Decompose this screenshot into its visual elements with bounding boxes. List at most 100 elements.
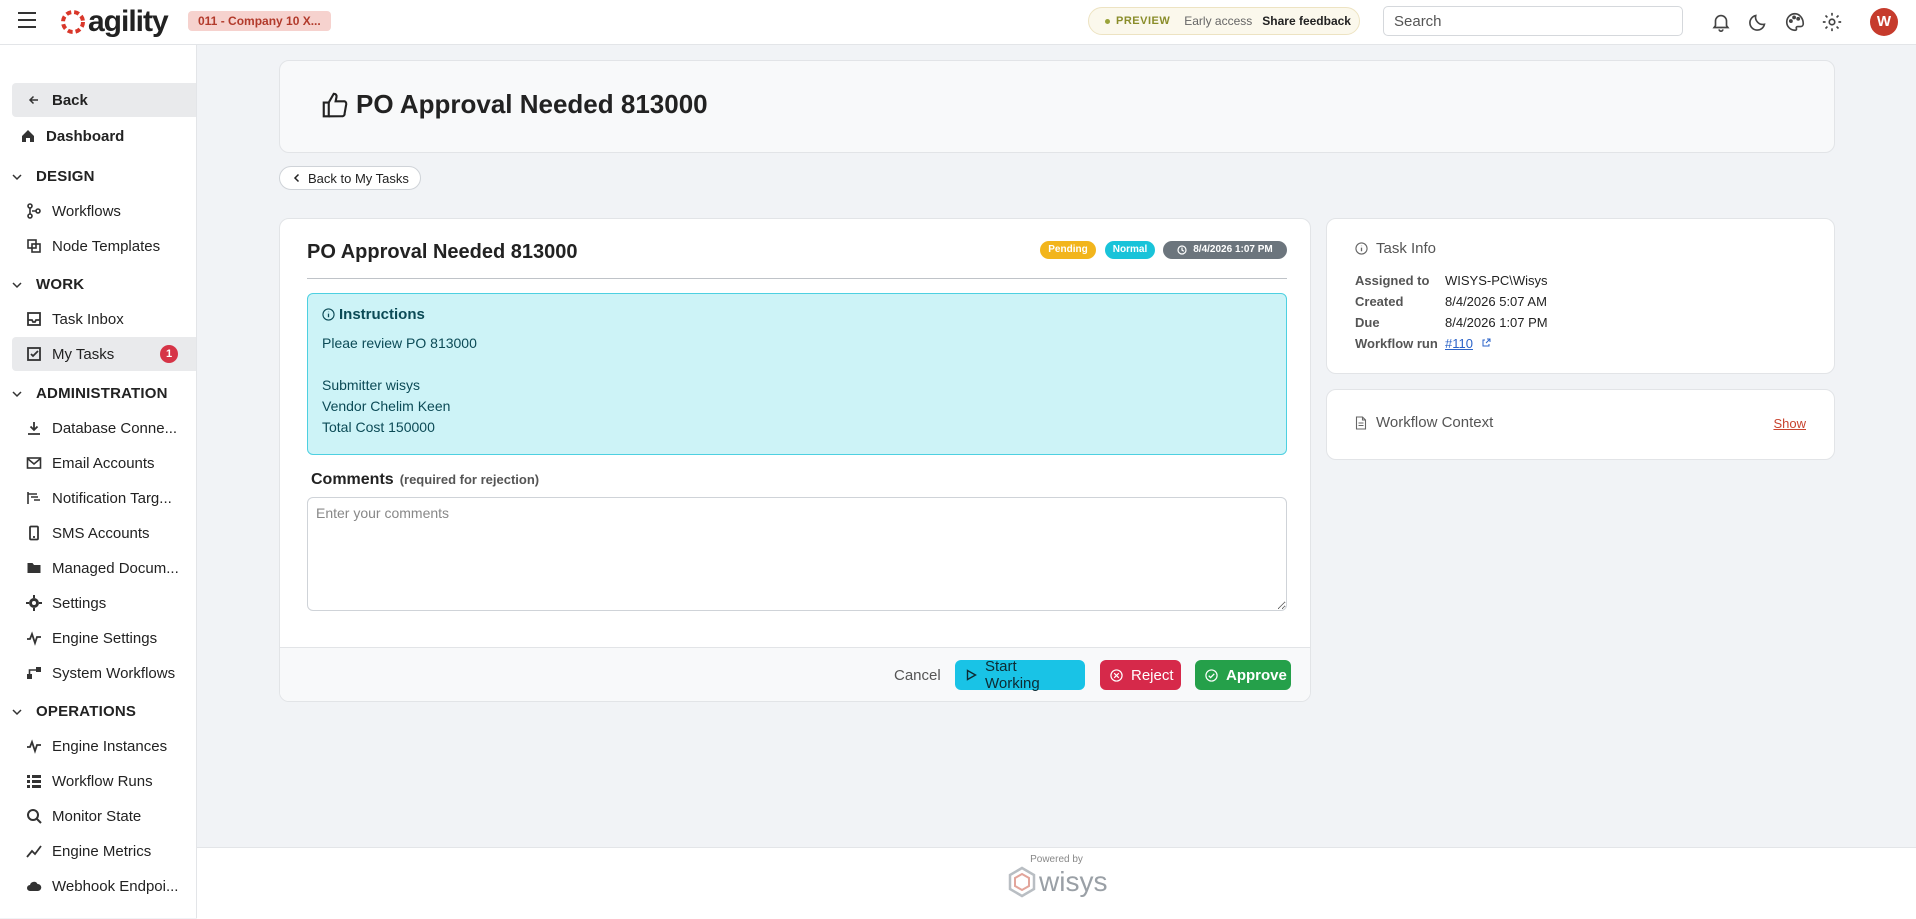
sidebar-item-email-accounts[interactable]: Email Accounts <box>12 446 196 480</box>
comments-textarea[interactable] <box>307 497 1287 611</box>
approve-label: Approve <box>1226 666 1287 684</box>
info-icon <box>322 308 335 321</box>
sidebar-item-task-inbox[interactable]: Task Inbox <box>12 302 196 336</box>
divider <box>307 278 1287 279</box>
section-work[interactable]: WORK <box>12 276 84 293</box>
sidebar-item-label: Workflows <box>52 202 121 220</box>
sidebar-item-my-tasks[interactable]: My Tasks 1 <box>12 337 196 371</box>
assigned-to-value: WISYS-PC\Wisys <box>1445 273 1548 288</box>
sidebar-item-notification-targets[interactable]: Notification Targ... <box>12 481 196 515</box>
created-row: Created 8/4/2026 5:07 AM <box>1355 294 1547 309</box>
task-actions-footer: Cancel Start Working Reject Approve <box>280 647 1310 701</box>
workflow-context-card: Workflow Context Show <box>1326 389 1835 460</box>
moon-icon[interactable] <box>1747 11 1769 33</box>
sidebar-item-database-connections[interactable]: Database Conne... <box>12 411 196 445</box>
due-row: Due 8/4/2026 1:07 PM <box>1355 315 1548 330</box>
approve-button[interactable]: Approve <box>1195 660 1291 690</box>
mail-icon <box>26 455 42 471</box>
gear-icon[interactable] <box>1821 11 1843 33</box>
logo-text: agility <box>88 5 169 38</box>
reject-button[interactable]: Reject <box>1100 660 1181 690</box>
task-info-card: Task Info Assigned to WISYS-PC\Wisys Cre… <box>1326 218 1835 374</box>
created-label: Created <box>1355 294 1404 309</box>
start-working-button[interactable]: Start Working <box>955 658 1085 692</box>
sidebar-item-sms-accounts[interactable]: SMS Accounts <box>12 516 196 550</box>
chevron-left-icon <box>293 173 300 183</box>
priority-badge: Normal <box>1105 241 1155 259</box>
clock-icon <box>1177 245 1187 255</box>
workflow-run-row: Workflow run #110 <box>1355 336 1491 351</box>
user-avatar[interactable]: W <box>1870 8 1898 36</box>
task-title: PO Approval Needed 813000 <box>307 241 578 263</box>
back-to-my-tasks-button[interactable]: Back to My Tasks <box>279 166 421 190</box>
assigned-to-label: Assigned to <box>1355 273 1430 288</box>
menu-icon[interactable] <box>18 12 36 28</box>
sidebar-item-engine-instances[interactable]: Engine Instances <box>12 729 196 763</box>
sidebar-item-monitor-state[interactable]: Monitor State <box>12 799 196 833</box>
status-dot-icon <box>1105 18 1110 24</box>
check-circle-icon <box>1205 668 1218 682</box>
company-selector[interactable]: 011 - Company 10 X... <box>188 11 331 31</box>
due-date-badge: 8/4/2026 1:07 PM <box>1163 241 1287 259</box>
phone-icon <box>26 525 42 541</box>
sidebar-item-label: Engine Instances <box>52 737 168 755</box>
powered-by-label: Powered by <box>1030 854 1083 865</box>
section-label: WORK <box>36 276 85 293</box>
sidebar-item-node-templates[interactable]: Node Templates <box>12 229 196 263</box>
sidebar-item-settings[interactable]: Settings <box>12 586 196 620</box>
section-design[interactable]: DESIGN <box>12 168 95 185</box>
task-info-header: Task Info <box>1355 240 1436 257</box>
section-label: OPERATIONS <box>36 703 137 720</box>
sidebar-item-label: Node Templates <box>52 237 161 255</box>
task-count-badge: 1 <box>160 345 178 363</box>
sidebar-item-workflows[interactable]: Workflows <box>12 194 196 228</box>
sidebar-item-back[interactable]: Back <box>12 83 196 117</box>
system-workflow-icon <box>26 665 42 681</box>
sidebar-item-system-workflows[interactable]: System Workflows <box>12 656 196 690</box>
sidebar-item-label: Webhook Endpoi... <box>52 877 179 895</box>
instructions-body: Pleae review PO 813000 Submitter wisys V… <box>322 335 477 435</box>
external-link-icon[interactable] <box>1481 338 1491 348</box>
sidebar-item-label: Workflow Runs <box>52 772 153 790</box>
folder-icon <box>26 560 42 576</box>
assigned-to-row: Assigned to WISYS-PC\Wisys <box>1355 273 1548 288</box>
page-footer: Powered by wisys <box>197 847 1916 919</box>
bell-icon[interactable] <box>1710 11 1732 33</box>
download-icon <box>26 420 42 436</box>
share-feedback-link[interactable]: Share feedback <box>1262 14 1351 28</box>
section-administration[interactable]: ADMINISTRATION <box>12 385 168 402</box>
sidebar-item-engine-metrics[interactable]: Engine Metrics <box>12 834 196 868</box>
checklist-icon <box>26 346 42 362</box>
sidebar-item-label: Engine Metrics <box>52 842 152 860</box>
workflow-run-value: #110 <box>1445 336 1491 351</box>
pulse-icon <box>26 738 42 754</box>
sidebar-item-dashboard[interactable]: Dashboard <box>12 119 196 153</box>
thumbs-up-icon <box>322 92 348 118</box>
home-icon <box>20 128 36 144</box>
template-icon <box>26 238 42 254</box>
sidebar-item-webhook-endpoints[interactable]: Webhook Endpoi... <box>12 869 196 903</box>
cloud-icon <box>26 878 42 894</box>
page-title: PO Approval Needed 813000 <box>356 89 708 119</box>
workflow-run-link[interactable]: #110 <box>1445 336 1473 351</box>
sidebar-item-workflow-runs[interactable]: Workflow Runs <box>12 764 196 798</box>
task-info-title: Task Info <box>1376 240 1437 257</box>
inbox-icon <box>26 311 42 327</box>
instructions-header: Instructions <box>322 306 1272 323</box>
palette-icon[interactable] <box>1784 11 1806 33</box>
sidebar-item-label: Back <box>52 91 88 109</box>
app-logo[interactable]: agility <box>60 5 169 38</box>
instructions-title: Instructions <box>339 306 425 323</box>
section-operations[interactable]: OPERATIONS <box>12 703 136 720</box>
wisys-logo-text: wisys <box>1039 866 1108 897</box>
sidebar-item-engine-settings[interactable]: Engine Settings <box>12 621 196 655</box>
sidebar-item-managed-documents[interactable]: Managed Docum... <box>12 551 196 585</box>
sidebar-item-label: Database Conne... <box>52 419 178 437</box>
sidebar-item-label: Notification Targ... <box>52 489 172 507</box>
search-input[interactable] <box>1383 6 1683 36</box>
comments-required-note: (required for rejection) <box>399 472 540 487</box>
cancel-button[interactable]: Cancel <box>884 660 951 690</box>
show-context-link[interactable]: Show <box>1773 416 1806 431</box>
pulse-icon <box>26 630 42 646</box>
reject-label: Reject <box>1131 666 1174 684</box>
